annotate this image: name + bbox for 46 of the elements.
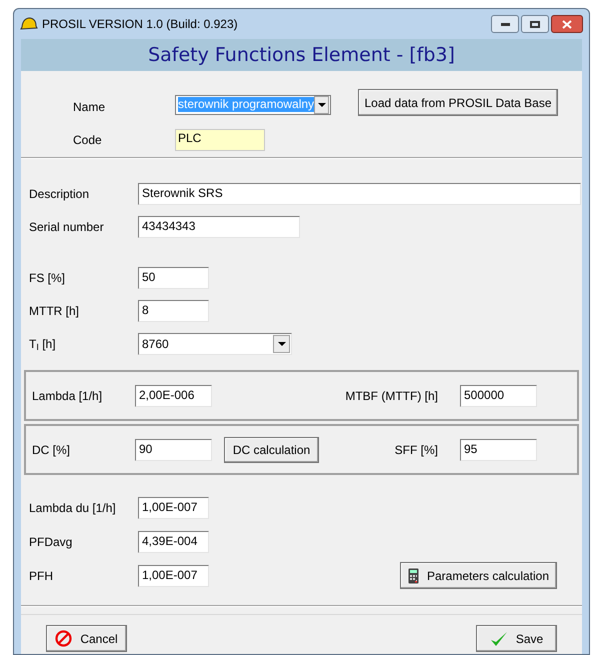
text-field[interactable]: 90	[135, 438, 212, 460]
text-field[interactable]: 4,39E-004	[138, 531, 209, 553]
text-field[interactable]: Sterownik SRS	[138, 182, 581, 204]
field-label: FS [%]	[29, 270, 66, 286]
field-label: Lambda [1/h]	[32, 388, 104, 404]
field-label: Lambda du [1/h]	[29, 500, 117, 517]
dialog-heading: Safety Functions Element - [fb3]	[148, 42, 455, 68]
load-data-button[interactable]: Load data from PROSIL Data Base	[358, 89, 558, 116]
text-field[interactable]: 95	[460, 438, 537, 460]
field-label: SFF [%]	[394, 442, 438, 458]
text-field[interactable]: 8	[138, 300, 209, 322]
field-label: Serial number	[29, 218, 105, 236]
close-icon	[562, 20, 572, 28]
prohibited-icon	[55, 630, 72, 647]
field-label: MTBF (MTTF) [h]	[345, 388, 438, 404]
field-label: T$_{I}$ [h]	[29, 336, 57, 352]
dropdown-field[interactable]: 8760	[138, 332, 292, 354]
text-field[interactable]: 43434343	[138, 216, 300, 238]
field-label: Code	[73, 132, 103, 149]
dropdown-arrow-button[interactable]	[314, 96, 329, 114]
window-title: PROSIL VERSION 1.0 (Build: 0.923)	[42, 16, 238, 33]
field-label: Description	[29, 186, 90, 202]
text-field[interactable]: 1,00E-007	[138, 565, 209, 587]
field-label: PFH	[29, 568, 54, 585]
dc-calculation-button[interactable]: DC calculation	[224, 436, 319, 462]
field-label: PFDavg	[29, 534, 74, 551]
field-label: Name	[73, 98, 106, 116]
dropdown-arrow-button[interactable]	[273, 334, 290, 352]
minimize-button[interactable]	[491, 15, 519, 33]
save-button[interactable]: Save	[476, 625, 557, 652]
text-field[interactable]: 1,00E-007	[138, 497, 209, 519]
close-button[interactable]	[551, 15, 583, 33]
cancel-button[interactable]: Cancel	[46, 625, 127, 652]
parameters-calculation-button[interactable]: Parameters calculation	[400, 562, 557, 589]
helmet-icon	[20, 17, 38, 31]
code-field[interactable]: PLC	[175, 129, 265, 151]
caret-icon	[318, 102, 326, 106]
caret-icon	[278, 342, 286, 346]
field-label: DC [%]	[32, 442, 72, 458]
text-field[interactable]: 50	[138, 266, 209, 288]
text-field[interactable]: 500000	[460, 384, 537, 406]
checkmark-icon	[490, 630, 508, 646]
text-field[interactable]: 2,00E-006	[135, 384, 212, 406]
field-label: MTTR [h]	[29, 302, 80, 320]
calculator-icon	[408, 568, 419, 584]
maximize-button[interactable]	[521, 15, 549, 33]
